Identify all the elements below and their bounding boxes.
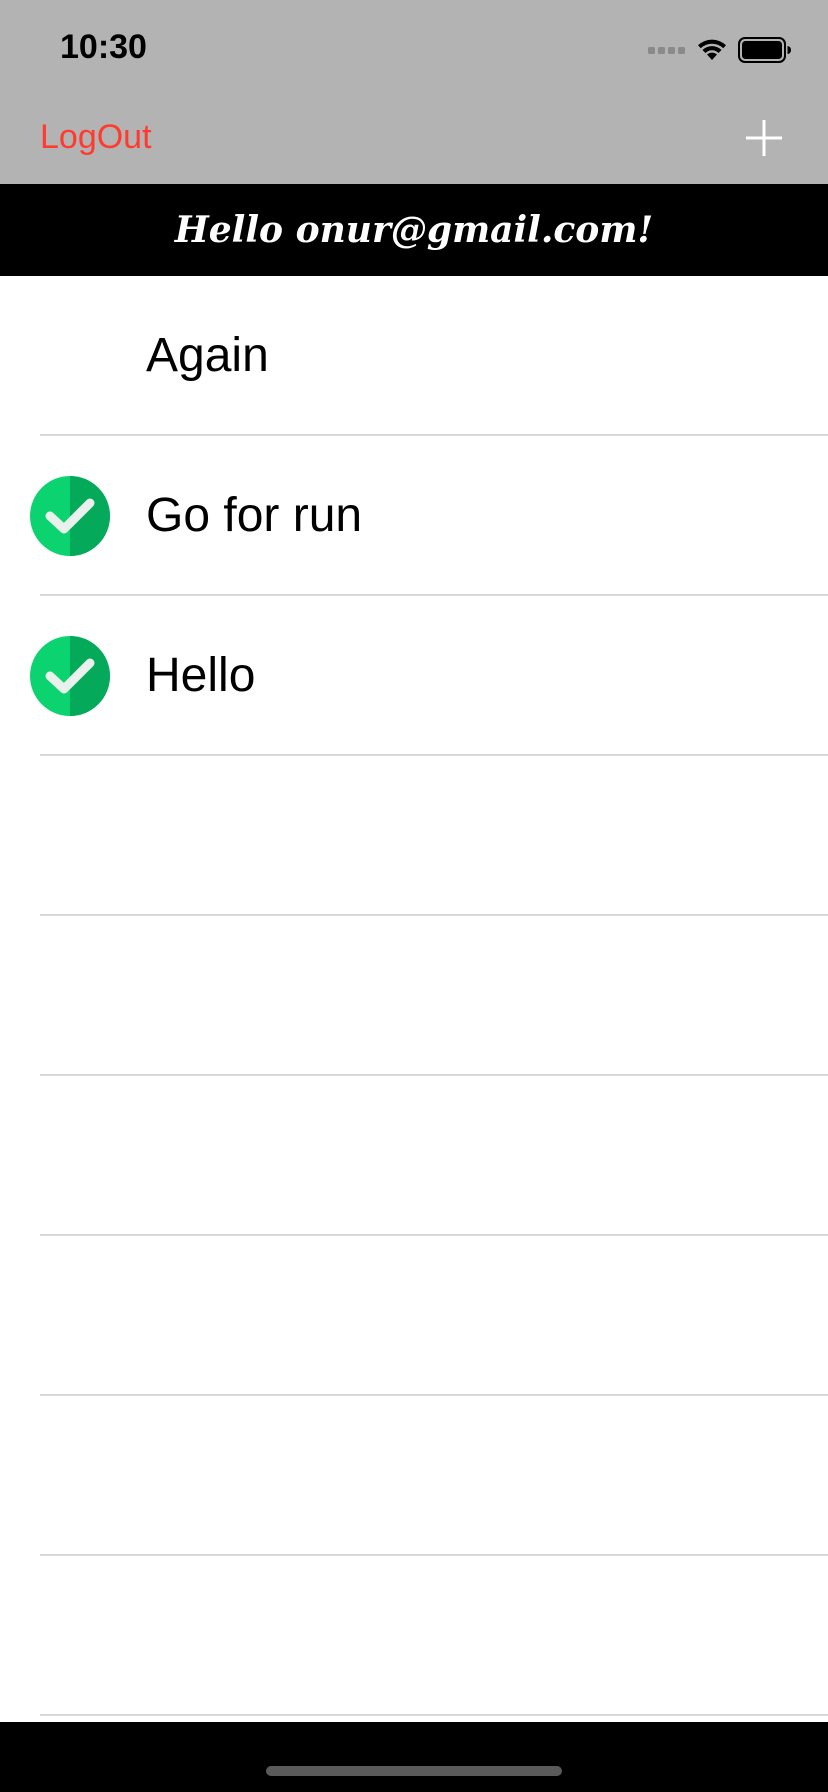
home-indicator-area — [0, 1722, 828, 1792]
plus-icon — [746, 120, 782, 156]
empty-row — [0, 1076, 828, 1236]
status-icons — [648, 36, 792, 64]
todo-row[interactable]: Hello — [0, 596, 828, 756]
todo-row[interactable]: Go for run — [0, 436, 828, 596]
empty-row — [0, 916, 828, 1076]
empty-row — [0, 1396, 828, 1556]
wifi-icon — [698, 39, 726, 60]
todo-list: Again Go for run Hello — [0, 276, 828, 1716]
status-time: 10:30 — [60, 28, 147, 66]
greeting-banner: Hello onur@gmail.com! — [0, 184, 828, 276]
add-todo-button[interactable] — [736, 110, 792, 166]
checkmark-icon — [30, 476, 110, 556]
empty-row — [0, 1556, 828, 1716]
todo-title: Again — [146, 329, 269, 382]
todo-row[interactable]: Again — [0, 276, 828, 436]
checkmark-icon — [30, 636, 110, 716]
status-bar: 10:30 — [0, 0, 828, 92]
home-indicator[interactable] — [266, 1766, 562, 1776]
empty-row — [0, 1236, 828, 1396]
navigation-bar: LogOut — [0, 92, 828, 184]
todo-title: Hello — [146, 649, 256, 702]
greeting-text: Hello onur@gmail.com! — [174, 209, 654, 251]
row-separator — [40, 1714, 828, 1716]
battery-icon — [738, 37, 791, 63]
cellular-signal-icon — [648, 47, 685, 54]
screen: 10:30 LogOut Hello onur@gmail.com! Again… — [0, 0, 828, 1792]
logout-button[interactable]: LogOut — [40, 118, 152, 157]
todo-title: Go for run — [146, 489, 363, 542]
empty-row — [0, 756, 828, 916]
